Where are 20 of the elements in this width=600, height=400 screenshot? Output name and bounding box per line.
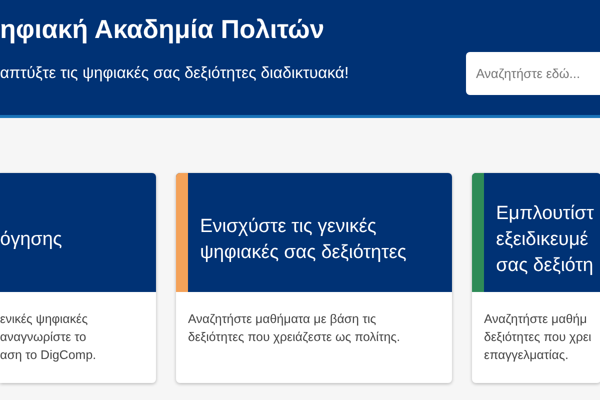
site-tagline: απτύξτε τις ψηφιακές σας δεξιότητες διαδικτυακά! (0, 65, 349, 83)
course-card[interactable]: όγησης ενικές ψηφιακές αναγνωρίστε το αση το DigComp. (0, 173, 156, 383)
site-title: ηφιακή Ακαδημία Πολιτών (0, 14, 326, 45)
card-description: δεξιότητες που χρει (484, 329, 592, 346)
card-description: αση το DigComp. (0, 347, 98, 364)
card-heading: σας δεξιότη (496, 254, 594, 278)
course-card[interactable]: Εμπλουτίστ εξειδικευμέ σας δεξιότη Αναζητήστε μαθήμ δεξιότητες που χρει επαγγελματίας. (472, 173, 600, 383)
card-description: Αναζητήστε μαθήματα με βάση τις (188, 311, 378, 328)
course-card[interactable]: Ενισχύστε τις γενικές ψηφιακές σας δεξιότητες Αναζητήστε μαθήματα με βάση τις δεξιότητες που χρειάζεστε ως πολίτης. (176, 173, 452, 383)
card-description: δεξιότητες που χρειάζεστε ως πολίτης. (188, 329, 402, 346)
card-heading: Ενισχύστε τις γενικές (200, 214, 378, 238)
card-heading: Εμπλουτίστ (496, 202, 594, 226)
card-description: Αναζητήστε μαθήμ (484, 311, 588, 328)
card-heading: όγησης (0, 228, 62, 252)
card-heading: ψηφιακές σας δεξιότητες (200, 240, 406, 264)
card-description: ενικές ψηφιακές (0, 311, 89, 328)
card-description: επαγγελματίας. (484, 347, 570, 364)
card-description: αναγνωρίστε το (0, 329, 88, 346)
search-field[interactable]: Αναζητήστε εδώ... (466, 52, 600, 95)
card-heading: εξειδικευμέ (496, 228, 590, 252)
